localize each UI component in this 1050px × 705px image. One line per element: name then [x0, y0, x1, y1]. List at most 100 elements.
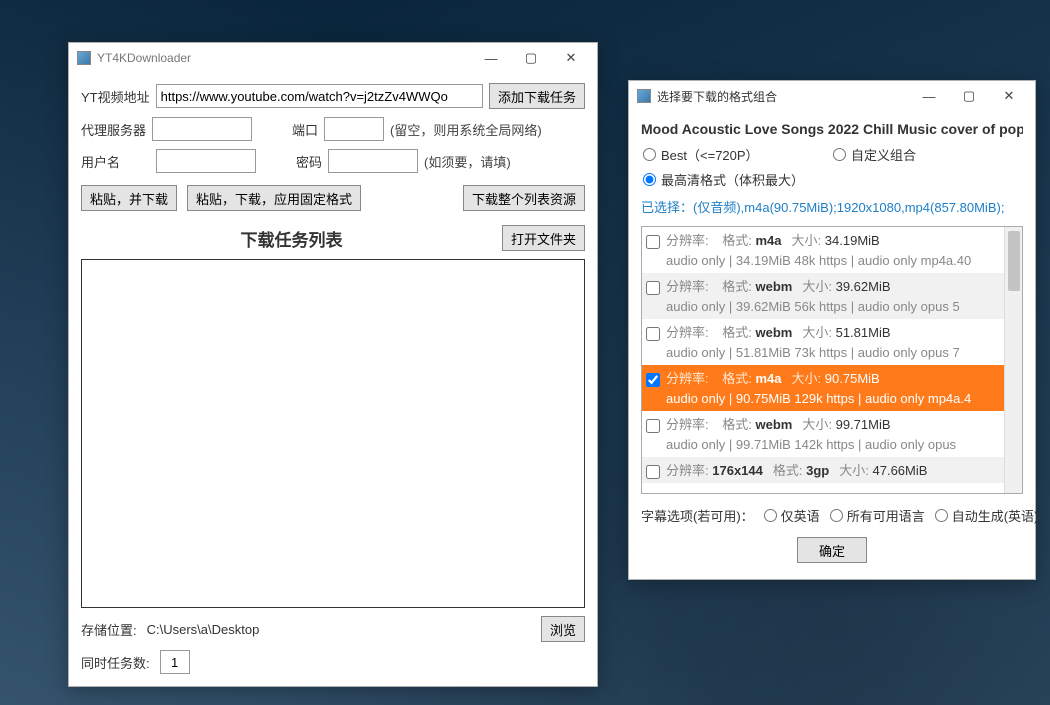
proxy-label: 代理服务器 — [81, 120, 146, 139]
format-list: 分辨率: 格式: m4a大小: 34.19MiBaudio only | 34.… — [641, 226, 1023, 494]
radio-best[interactable]: Best（<=720P） — [643, 145, 833, 164]
format-item-header: 分辨率: 176x144格式: 3gp大小: 47.66MiB — [666, 461, 1000, 481]
paste-download-button[interactable]: 粘贴，并下载 — [81, 185, 177, 211]
task-header: 下载任务列表 打开文件夹 — [81, 225, 585, 251]
format-list-viewport[interactable]: 分辨率: 格式: m4a大小: 34.19MiBaudio only | 34.… — [642, 227, 1004, 493]
format-item[interactable]: 分辨率: 176x144格式: 3gp大小: 47.66MiB — [642, 457, 1004, 483]
dialog-title-bar[interactable]: 选择要下载的格式组合 — ▢ ✕ — [629, 81, 1035, 111]
url-input[interactable] — [156, 84, 483, 108]
proxy-row: 代理服务器 端口 (留空，则用系统全局网络) — [81, 117, 585, 141]
format-item[interactable]: 分辨率: 格式: webm大小: 99.71MiBaudio only | 99… — [642, 411, 1004, 457]
dialog-app-icon — [637, 89, 651, 103]
radio-highest-input[interactable] — [643, 173, 656, 186]
cred-hint: (如须要，请填) — [424, 152, 511, 171]
task-list[interactable] — [81, 259, 585, 608]
format-item-lines: 分辨率: 格式: m4a大小: 34.19MiBaudio only | 34.… — [666, 231, 1000, 271]
window-title: YT4KDownloader — [97, 51, 471, 65]
store-label: 存储位置: — [81, 620, 137, 639]
format-item[interactable]: 分辨率: 格式: webm大小: 51.81MiBaudio only | 51… — [642, 319, 1004, 365]
port-label: 端口 — [292, 120, 318, 139]
dialog-client: Mood Acoustic Love Songs 2022 Chill Musi… — [629, 111, 1035, 579]
format-item-header: 分辨率: 格式: webm大小: 99.71MiB — [666, 415, 1000, 435]
format-item-detail: audio only | 51.81MiB 73k https | audio … — [666, 343, 1000, 363]
sub-radio-en-label: 仅英语 — [781, 506, 820, 525]
concurrent-row: 同时任务数: — [81, 650, 585, 674]
window-controls: — ▢ ✕ — [471, 46, 591, 70]
download-whole-list-button[interactable]: 下载整个列表资源 — [463, 185, 585, 211]
mode-radio-group: Best（<=720P） 自定义组合 最高清格式（体积最大） — [643, 145, 1023, 189]
format-item-lines: 分辨率: 格式: webm大小: 51.81MiBaudio only | 51… — [666, 323, 1000, 363]
sub-radio-en[interactable]: 仅英语 — [764, 506, 820, 525]
confirm-button[interactable]: 确定 — [797, 537, 867, 563]
radio-custom-label: 自定义组合 — [851, 145, 916, 164]
format-item-checkbox[interactable] — [646, 235, 660, 249]
format-item-header: 分辨率: 格式: webm大小: 51.81MiB — [666, 323, 1000, 343]
format-item-header: 分辨率: 格式: m4a大小: 90.75MiB — [666, 369, 1000, 389]
confirm-row: 确定 — [641, 537, 1023, 563]
credentials-row: 用户名 密码 (如须要，请填) — [81, 149, 585, 173]
dialog-close-button[interactable]: ✕ — [989, 84, 1029, 108]
title-bar[interactable]: YT4KDownloader — ▢ ✕ — [69, 43, 597, 73]
format-item-checkbox[interactable] — [646, 373, 660, 387]
store-row: 存储位置: C:\Users\a\Desktop 浏览 — [81, 616, 585, 642]
scrollbar-thumb[interactable] — [1008, 231, 1020, 291]
sub-radio-all-label: 所有可用语言 — [847, 506, 925, 525]
format-item-header: 分辨率: 格式: webm大小: 39.62MiB — [666, 277, 1000, 297]
client-area: YT视频地址 添加下载任务 代理服务器 端口 (留空，则用系统全局网络) 用户名… — [69, 73, 597, 686]
format-item-lines: 分辨率: 格式: webm大小: 99.71MiBaudio only | 99… — [666, 415, 1000, 455]
dialog-window-controls: — ▢ ✕ — [909, 84, 1029, 108]
close-button[interactable]: ✕ — [551, 46, 591, 70]
format-item-checkbox[interactable] — [646, 419, 660, 433]
user-input[interactable] — [156, 149, 256, 173]
subtitle-label: 字幕选项(若可用)： — [641, 506, 754, 525]
format-item[interactable]: 分辨率: 格式: m4a大小: 90.75MiBaudio only | 90.… — [642, 365, 1004, 411]
sub-radio-auto-input[interactable] — [935, 509, 948, 522]
format-item-detail: audio only | 99.71MiB 142k https | audio… — [666, 435, 1000, 455]
radio-custom[interactable]: 自定义组合 — [833, 145, 1023, 164]
url-label: YT视频地址 — [81, 87, 150, 106]
sub-radio-all-input[interactable] — [830, 509, 843, 522]
concurrent-input[interactable] — [160, 650, 190, 674]
maximize-button[interactable]: ▢ — [511, 46, 551, 70]
sub-radio-all[interactable]: 所有可用语言 — [830, 506, 925, 525]
main-window: YT4KDownloader — ▢ ✕ YT视频地址 添加下载任务 代理服务器… — [68, 42, 598, 687]
format-item-lines: 分辨率: 格式: m4a大小: 90.75MiBaudio only | 90.… — [666, 369, 1000, 409]
dialog-minimize-button[interactable]: — — [909, 84, 949, 108]
sub-radio-en-input[interactable] — [764, 509, 777, 522]
radio-custom-input[interactable] — [833, 148, 846, 161]
selected-summary: 已选择：(仅音频),m4a(90.75MiB);1920x1080,mp4(85… — [641, 197, 1023, 216]
format-item[interactable]: 分辨率: 格式: m4a大小: 34.19MiBaudio only | 34.… — [642, 227, 1004, 273]
browse-button[interactable]: 浏览 — [541, 616, 585, 642]
format-item-lines: 分辨率: 176x144格式: 3gp大小: 47.66MiB — [666, 461, 1000, 481]
add-task-button[interactable]: 添加下载任务 — [489, 83, 585, 109]
format-dialog: 选择要下载的格式组合 — ▢ ✕ Mood Acoustic Love Song… — [628, 80, 1036, 580]
format-item[interactable]: 分辨率: 格式: webm大小: 39.62MiBaudio only | 39… — [642, 273, 1004, 319]
format-item-header: 分辨率: 格式: m4a大小: 34.19MiB — [666, 231, 1000, 251]
dialog-title: 选择要下载的格式组合 — [657, 88, 909, 105]
format-list-scrollbar[interactable] — [1004, 227, 1022, 493]
format-item-detail: audio only | 90.75MiB 129k https | audio… — [666, 389, 1000, 409]
radio-highest[interactable]: 最高清格式（体积最大） — [643, 170, 833, 189]
paste-download-fixed-button[interactable]: 粘贴，下载，应用固定格式 — [187, 185, 361, 211]
format-item-detail: audio only | 34.19MiB 48k https | audio … — [666, 251, 1000, 271]
task-list-title: 下载任务列表 — [81, 226, 502, 251]
radio-best-input[interactable] — [643, 148, 656, 161]
format-item-detail: audio only | 39.62MiB 56k https | audio … — [666, 297, 1000, 317]
proxy-hint: (留空，则用系统全局网络) — [390, 120, 542, 139]
sub-radio-auto[interactable]: 自动生成(英语) — [935, 506, 1039, 525]
format-item-checkbox[interactable] — [646, 465, 660, 479]
format-item-checkbox[interactable] — [646, 281, 660, 295]
selected-text: (仅音频),m4a(90.75MiB);1920x1080,mp4(857.80… — [693, 200, 1004, 215]
format-item-checkbox[interactable] — [646, 327, 660, 341]
pass-input[interactable] — [328, 149, 418, 173]
selected-prefix: 已选择： — [641, 200, 693, 215]
app-icon — [77, 51, 91, 65]
port-input[interactable] — [324, 117, 384, 141]
sub-radio-auto-label: 自动生成(英语) — [952, 506, 1039, 525]
dialog-maximize-button[interactable]: ▢ — [949, 84, 989, 108]
proxy-input[interactable] — [152, 117, 252, 141]
radio-highest-label: 最高清格式（体积最大） — [661, 170, 804, 189]
store-path: C:\Users\a\Desktop — [147, 622, 531, 637]
minimize-button[interactable]: — — [471, 46, 511, 70]
open-folder-button[interactable]: 打开文件夹 — [502, 225, 585, 251]
